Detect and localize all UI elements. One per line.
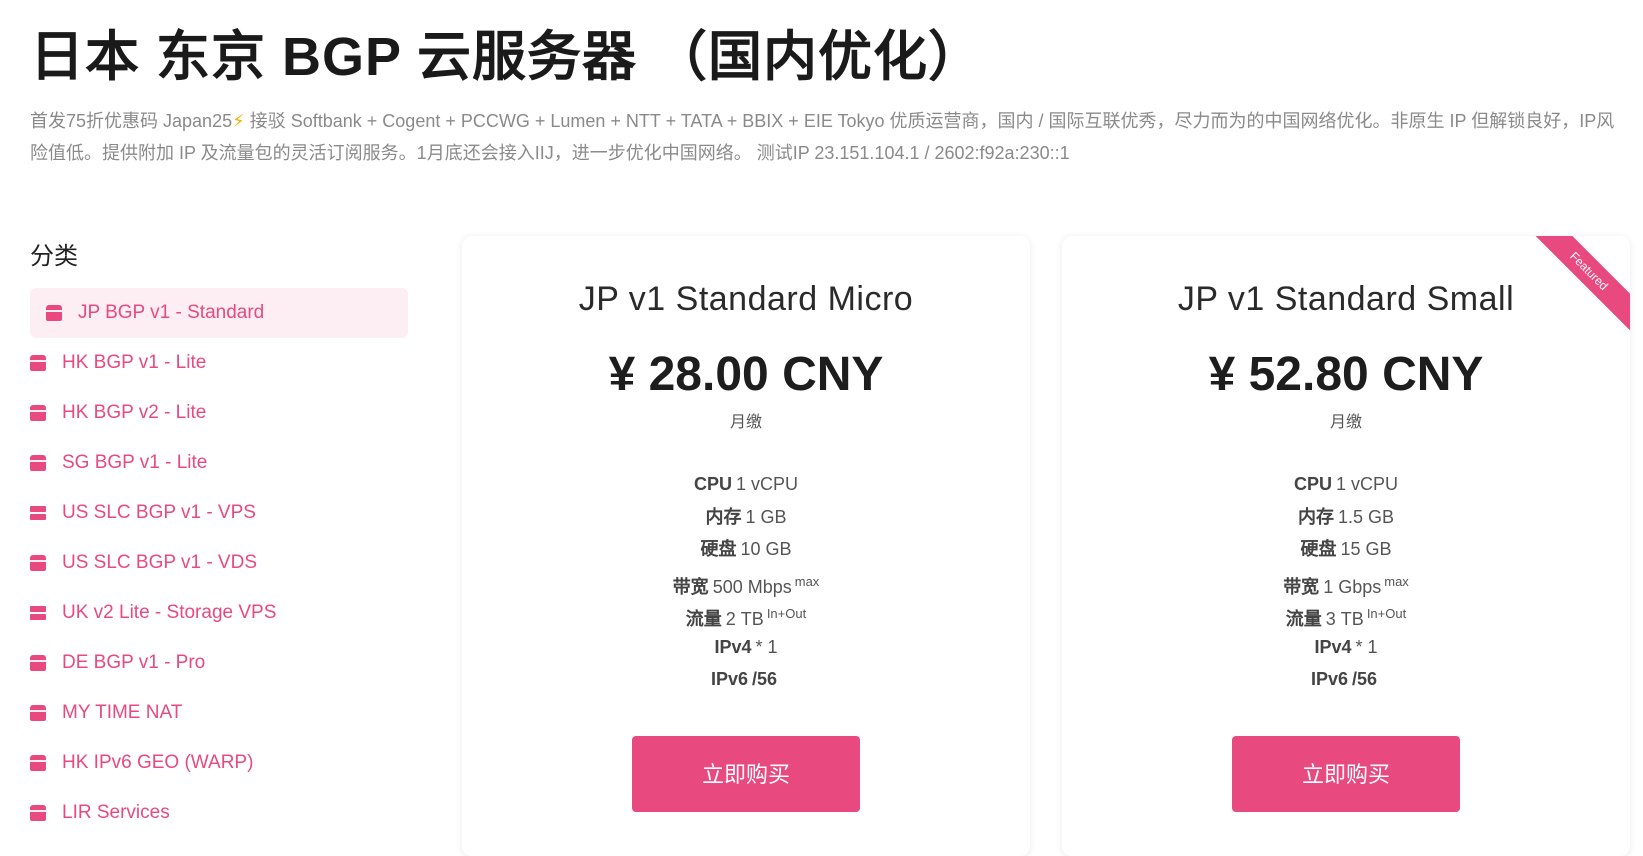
description-text-end: 接驳 Softbank + Cogent + PCCWG + Lumen + N… xyxy=(30,111,1615,163)
buy-now-button[interactable]: 立即购买 xyxy=(1232,735,1460,812)
box-icon xyxy=(30,805,46,821)
spec-disk: 硬盘 10 GB xyxy=(462,533,1030,566)
spec-value: 10 GB xyxy=(740,539,792,559)
sidebar-item-uk-v2-lite-storage-vps[interactable]: UK v2 Lite - Storage VPS xyxy=(30,588,408,638)
spec-label: IPv6 xyxy=(710,669,748,689)
spec-label: 带宽 xyxy=(672,576,709,597)
spec-value: * 1 xyxy=(755,636,778,657)
spec-note: In+Out xyxy=(766,606,807,621)
spec-cpu: CPU 1 vCPU xyxy=(462,468,1030,501)
spec-bandwidth: 带宽 500 Mbps max xyxy=(462,566,1030,599)
spec-ram: 内存 1.5 GB xyxy=(1062,501,1630,534)
spec-note: max xyxy=(1384,573,1409,589)
sidebar-title: 分类 xyxy=(30,243,78,270)
spec-cpu: CPU 1 vCPU xyxy=(1062,468,1630,501)
box-icon xyxy=(30,355,46,371)
billing-cycle: 月缴 xyxy=(729,414,762,431)
spec-note: max xyxy=(794,573,820,589)
spec-label: 内存 xyxy=(705,506,742,527)
box-icon xyxy=(30,405,46,421)
spec-label: 硬盘 xyxy=(1300,539,1337,559)
spec-label: IPv6 xyxy=(1310,669,1348,689)
spec-value: 1 Gbps xyxy=(1323,576,1382,597)
product-card-standard-small: Featured JP v1 Standard Small ¥ 52.80 CN… xyxy=(1062,236,1630,856)
product-price: ¥ 28.00 CNY xyxy=(608,348,884,401)
lightning-icon: ⚡ xyxy=(232,111,245,131)
product-price: ¥ 52.80 CNY xyxy=(1208,348,1484,401)
spec-value: 2 TB xyxy=(725,609,764,629)
buy-now-button[interactable]: 立即购买 xyxy=(632,735,860,812)
box-icon xyxy=(46,305,62,321)
sidebar-item-label: LIR Services xyxy=(62,802,170,823)
spec-bandwidth: 带宽 1 Gbps max xyxy=(1062,566,1630,599)
box-icon xyxy=(30,455,46,471)
sidebar-item-hk-ipv6-geo-warp[interactable]: HK IPv6 GEO (WARP) xyxy=(30,738,408,788)
billing-cycle: 月缴 xyxy=(1329,414,1362,431)
spec-value: 3 TB xyxy=(1325,609,1364,629)
sidebar-item-hk-bgp-v1-lite[interactable]: HK BGP v1 - Lite xyxy=(30,338,408,388)
spec-note: In+Out xyxy=(1366,606,1407,621)
spec-list: CPU 1 vCPU 内存 1.5 GB 硬盘 15 GB 带宽 1 Gbps max 流… xyxy=(1062,468,1630,696)
page-description: 首发75折优惠码 Japan25⚡ 接驳 Softbank + Cogent +… xyxy=(30,105,1620,169)
sidebar-item-jp-bgp-v1-standard[interactable]: JP BGP v1 - Standard xyxy=(30,288,408,338)
spec-value: 15 GB xyxy=(1340,539,1392,559)
spec-label: IPv4 xyxy=(1314,636,1352,657)
page-title: 日本 东京 BGP 云服务器 （国内优化） xyxy=(30,27,984,87)
sidebar-item-us-slc-bgp-v1-vds[interactable]: US SLC BGP v1 - VDS xyxy=(30,538,408,588)
box-icon xyxy=(30,705,46,721)
sidebar-item-hk-bgp-v2-lite[interactable]: HK BGP v2 - Lite xyxy=(30,388,408,438)
featured-ribbon: Featured xyxy=(1530,236,1630,336)
product-card-standard-micro: JP v1 Standard Micro ¥ 28.00 CNY 月缴 CPU 1… xyxy=(462,236,1030,856)
description-text-start: 首发75折优惠码 Japan25 xyxy=(30,111,233,131)
spec-value: * 1 xyxy=(1355,636,1378,657)
spec-label: 带宽 xyxy=(1283,576,1320,597)
sidebar-item-label: HK BGP v1 - Lite xyxy=(62,352,207,373)
spec-value: /56 xyxy=(752,669,778,689)
sidebar-item-de-bgp-v1-pro[interactable]: DE BGP v1 - Pro xyxy=(30,638,408,688)
sidebar-item-label: HK BGP v2 - Lite xyxy=(62,402,207,423)
box-icon xyxy=(30,555,46,571)
product-name: JP v1 Standard Micro xyxy=(578,280,914,318)
spec-value: 1 GB xyxy=(745,506,787,527)
spec-list: CPU 1 vCPU 内存 1 GB 硬盘 10 GB 带宽 500 Mbps max 流… xyxy=(462,468,1030,696)
box-icon xyxy=(30,655,46,671)
sidebar-item-lir-services[interactable]: LIR Services xyxy=(30,788,408,838)
sidebar-item-label: SG BGP v1 - Lite xyxy=(62,452,208,473)
sidebar-item-sg-bgp-v1-lite[interactable]: SG BGP v1 - Lite xyxy=(30,438,408,488)
server-icon xyxy=(30,605,46,621)
spec-ipv6: IPv6/56 xyxy=(462,663,1030,696)
spec-traffic: 流量 3 TB In+Out xyxy=(1062,598,1630,631)
category-sidebar: JP BGP v1 - Standard HK BGP v1 - Lite HK… xyxy=(30,288,408,838)
sidebar-item-label: US SLC BGP v1 - VDS xyxy=(62,552,257,573)
spec-ram: 内存 1 GB xyxy=(462,501,1030,534)
spec-label: 硬盘 xyxy=(700,539,737,559)
spec-ipv6: IPv6/56 xyxy=(1062,663,1630,696)
spec-value: /56 xyxy=(1352,669,1378,689)
spec-label: CPU xyxy=(693,474,732,494)
sidebar-item-label: JP BGP v1 - Standard xyxy=(78,302,265,323)
spec-label: 内存 xyxy=(1297,506,1334,527)
spec-disk: 硬盘 15 GB xyxy=(1062,533,1630,566)
spec-label: 流量 xyxy=(1285,609,1322,629)
spec-value: 1 vCPU xyxy=(736,474,799,494)
spec-value: 1 vCPU xyxy=(1336,474,1399,494)
spec-ipv4: IPv4 * 1 xyxy=(462,631,1030,664)
spec-value: 500 Mbps xyxy=(712,576,792,597)
spec-traffic: 流量 2 TB In+Out xyxy=(462,598,1030,631)
spec-label: CPU xyxy=(1293,474,1332,494)
featured-badge: Featured xyxy=(1530,236,1630,334)
sidebar-item-label: UK v2 Lite - Storage VPS xyxy=(62,602,277,623)
sidebar-item-my-time-nat[interactable]: MY TIME NAT xyxy=(30,688,408,738)
sidebar-item-us-slc-bgp-v1-vps[interactable]: US SLC BGP v1 - VPS xyxy=(30,488,408,538)
spec-label: 流量 xyxy=(685,609,722,629)
server-icon xyxy=(30,505,46,521)
sidebar-item-label: DE BGP v1 - Pro xyxy=(62,652,206,673)
spec-ipv4: IPv4 * 1 xyxy=(1062,631,1630,664)
sidebar-item-label: HK IPv6 GEO (WARP) xyxy=(62,752,254,773)
box-icon xyxy=(30,755,46,771)
spec-label: IPv4 xyxy=(714,636,752,657)
spec-value: 1.5 GB xyxy=(1337,506,1395,527)
sidebar-item-label: US SLC BGP v1 - VPS xyxy=(62,502,256,523)
sidebar-item-label: MY TIME NAT xyxy=(62,702,183,723)
